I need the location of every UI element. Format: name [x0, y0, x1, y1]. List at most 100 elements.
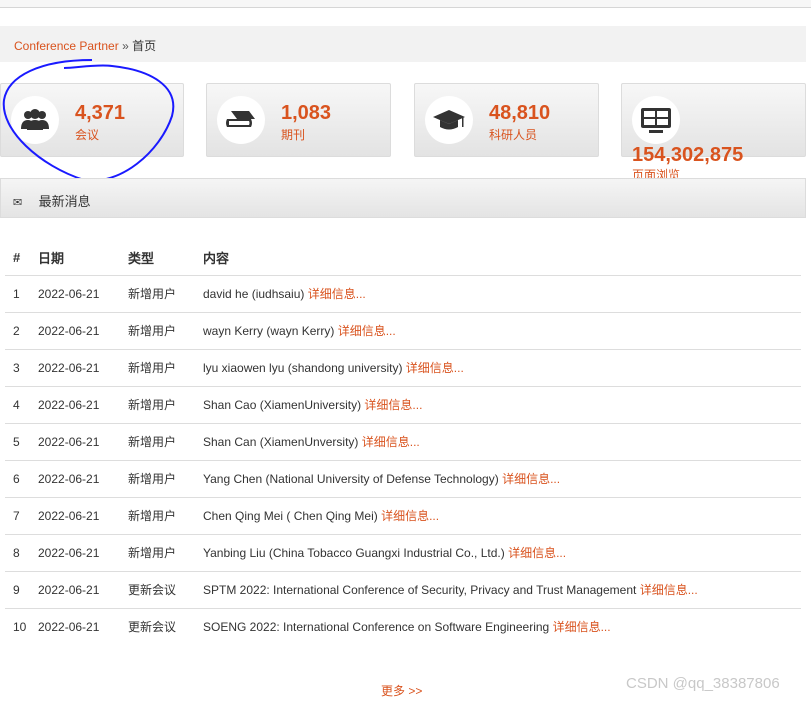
news-title: 最新消息: [38, 194, 91, 209]
row-content-text: lyu xiaowen lyu (shandong university): [203, 361, 403, 375]
row-type: 新增用户: [128, 460, 203, 498]
row-content-text: SPTM 2022: International Conference of S…: [203, 583, 637, 597]
row-type: 新增用户: [128, 497, 203, 535]
row-content: SPTM 2022: International Conference of S…: [203, 571, 801, 609]
detail-link[interactable]: 详细信息...: [406, 361, 464, 375]
table-row: 7 2022-06-21 新增用户 Chen Qing Mei ( Chen Qing…: [5, 497, 801, 535]
table-row: 1 2022-06-21 新增用户 david he (iudhsaiu) 详细信息.…: [5, 275, 801, 313]
table-header-row: # 日期 类型 内容: [5, 240, 801, 276]
watermark: CSDN @qq_38387806: [626, 675, 780, 692]
row-number: 5: [5, 423, 38, 461]
row-date: 2022-06-21: [38, 386, 128, 424]
detail-link[interactable]: 详细信息...: [338, 324, 396, 338]
row-date: 2022-06-21: [38, 619, 100, 634]
row-number: 7: [5, 497, 38, 535]
row-type: 更新会议: [128, 620, 177, 635]
row-content-text: Yang Chen (National University of Defens…: [203, 472, 499, 486]
breadcrumb-home: 首页: [132, 39, 157, 53]
news-table: # 日期 类型 内容 1 2022-06-21 新增用户 david he (iudh…: [5, 240, 801, 645]
row-type: 新增用户: [128, 386, 203, 424]
stat-label: 科研人员: [489, 128, 538, 142]
row-content: Shan Can (XiamenUnversity) 详细信息...: [203, 423, 801, 461]
breadcrumb-separator: »: [122, 39, 129, 53]
table-row: 4 2022-06-21 新增用户 Shan Cao (XiamenUniversit…: [5, 386, 801, 424]
row-content-text: SOENG 2022: International Conference on …: [203, 620, 550, 635]
row-type: 新增用户: [128, 423, 203, 461]
table-row: 2 2022-06-21 新增用户 wayn Kerry (wayn Kerry) 详…: [5, 312, 801, 350]
row-content: Chen Qing Mei ( Chen Qing Mei) 详细信息...: [203, 497, 801, 535]
table-row: 5 2022-06-21 新增用户 Shan Can (XiamenUnversity…: [5, 423, 801, 461]
breadcrumb: Conference Partner » 首页: [0, 26, 806, 62]
row-content: Yanbing Liu (China Tobacco Guangxi Indus…: [203, 534, 801, 572]
row-date: 2022-06-21: [38, 497, 128, 535]
stat-value: 1,083: [281, 102, 332, 124]
row-content: wayn Kerry (wayn Kerry) 详细信息...: [203, 312, 801, 350]
row-content: Shan Cao (XiamenUniversity) 详细信息...: [203, 386, 801, 424]
row-content-text: Chen Qing Mei ( Chen Qing Mei): [203, 509, 378, 523]
col-date-header: 日期: [38, 240, 128, 276]
row-date: 2022-06-21: [38, 534, 128, 572]
row-content-text: wayn Kerry (wayn Kerry): [203, 324, 335, 338]
row-number: 9: [5, 571, 38, 609]
row-content: lyu xiaowen lyu (shandong university) 详细…: [203, 349, 801, 387]
row-type: 新增用户: [128, 349, 203, 387]
stat-researchers[interactable]: 48,810 科研人员: [414, 83, 599, 157]
news-header: ✉ 最新消息: [0, 178, 806, 218]
top-bar: [0, 0, 811, 8]
users-icon: [11, 96, 59, 144]
row-type: 新增用户: [128, 275, 203, 313]
row-number: 10: [13, 619, 27, 634]
stat-conferences[interactable]: 4,371 会议: [0, 83, 184, 157]
row-date: 2022-06-21: [38, 312, 128, 350]
stat-journals[interactable]: 1,083 期刊: [206, 83, 391, 157]
table-row: 3 2022-06-21 新增用户 lyu xiaowen lyu (shandong…: [5, 349, 801, 387]
breadcrumb-site-link[interactable]: Conference Partner: [14, 39, 119, 53]
table-row: 10 2022-06-21 更新会议 SOENG 2022: Internationa…: [5, 608, 801, 645]
detail-link[interactable]: 详细信息...: [640, 583, 698, 597]
detail-link[interactable]: 详细信息...: [508, 546, 566, 560]
row-date: 2022-06-21: [38, 349, 128, 387]
row-number: 2: [5, 312, 38, 350]
stat-value: 48,810: [489, 102, 551, 124]
detail-link[interactable]: 详细信息...: [364, 398, 422, 412]
row-number: 1: [5, 275, 38, 313]
col-number-header: #: [5, 240, 38, 276]
table-row: 9 2022-06-21 更新会议 SPTM 2022: International …: [5, 571, 801, 609]
row-content-text: Yanbing Liu (China Tobacco Guangxi Indus…: [203, 546, 505, 560]
row-type: 新增用户: [128, 534, 203, 572]
row-number: 8: [5, 534, 38, 572]
col-type-header: 类型: [128, 240, 203, 276]
row-date: 2022-06-21: [38, 423, 128, 461]
table-row: 8 2022-06-21 新增用户 Yanbing Liu (China Tobacc…: [5, 534, 801, 572]
row-content: david he (iudhsaiu) 详细信息...: [203, 275, 801, 313]
stat-value: 154,302,875: [632, 144, 744, 166]
row-type: 更新会议: [128, 571, 203, 609]
detail-link[interactable]: 详细信息...: [553, 620, 611, 634]
row-number: 6: [5, 460, 38, 498]
row-date: 2022-06-21: [38, 460, 128, 498]
row-content: Yang Chen (National University of Defens…: [203, 460, 801, 498]
row-type: 新增用户: [128, 312, 203, 350]
col-content-header: 内容: [203, 240, 801, 276]
detail-link[interactable]: 详细信息...: [502, 472, 560, 486]
detail-link[interactable]: 详细信息...: [308, 287, 366, 301]
row-content: SOENG 2022: International Conference on …: [203, 608, 801, 645]
detail-link[interactable]: 详细信息...: [362, 435, 420, 449]
row-number: 3: [5, 349, 38, 387]
envelope-icon: ✉: [13, 197, 23, 209]
stat-label: 会议: [75, 128, 100, 142]
table-row: 6 2022-06-21 新增用户 Yang Chen (National Unive…: [5, 460, 801, 498]
row-content-text: david he (iudhsaiu): [203, 287, 305, 301]
book-icon: [217, 96, 265, 144]
more-link[interactable]: 更多 >>: [381, 682, 422, 699]
monitor-icon: [632, 96, 680, 144]
stat-value: 4,371: [75, 102, 126, 124]
row-date: 2022-06-21: [38, 571, 128, 609]
stat-label: 期刊: [281, 128, 306, 142]
row-number: 4: [5, 386, 38, 424]
detail-link[interactable]: 详细信息...: [381, 509, 439, 523]
row-content-text: Shan Cao (XiamenUniversity): [203, 398, 362, 412]
stat-pageviews[interactable]: 154,302,875 页面浏览: [621, 83, 806, 182]
graduation-cap-icon: [425, 96, 473, 144]
row-content-text: Shan Can (XiamenUnversity): [203, 435, 359, 449]
